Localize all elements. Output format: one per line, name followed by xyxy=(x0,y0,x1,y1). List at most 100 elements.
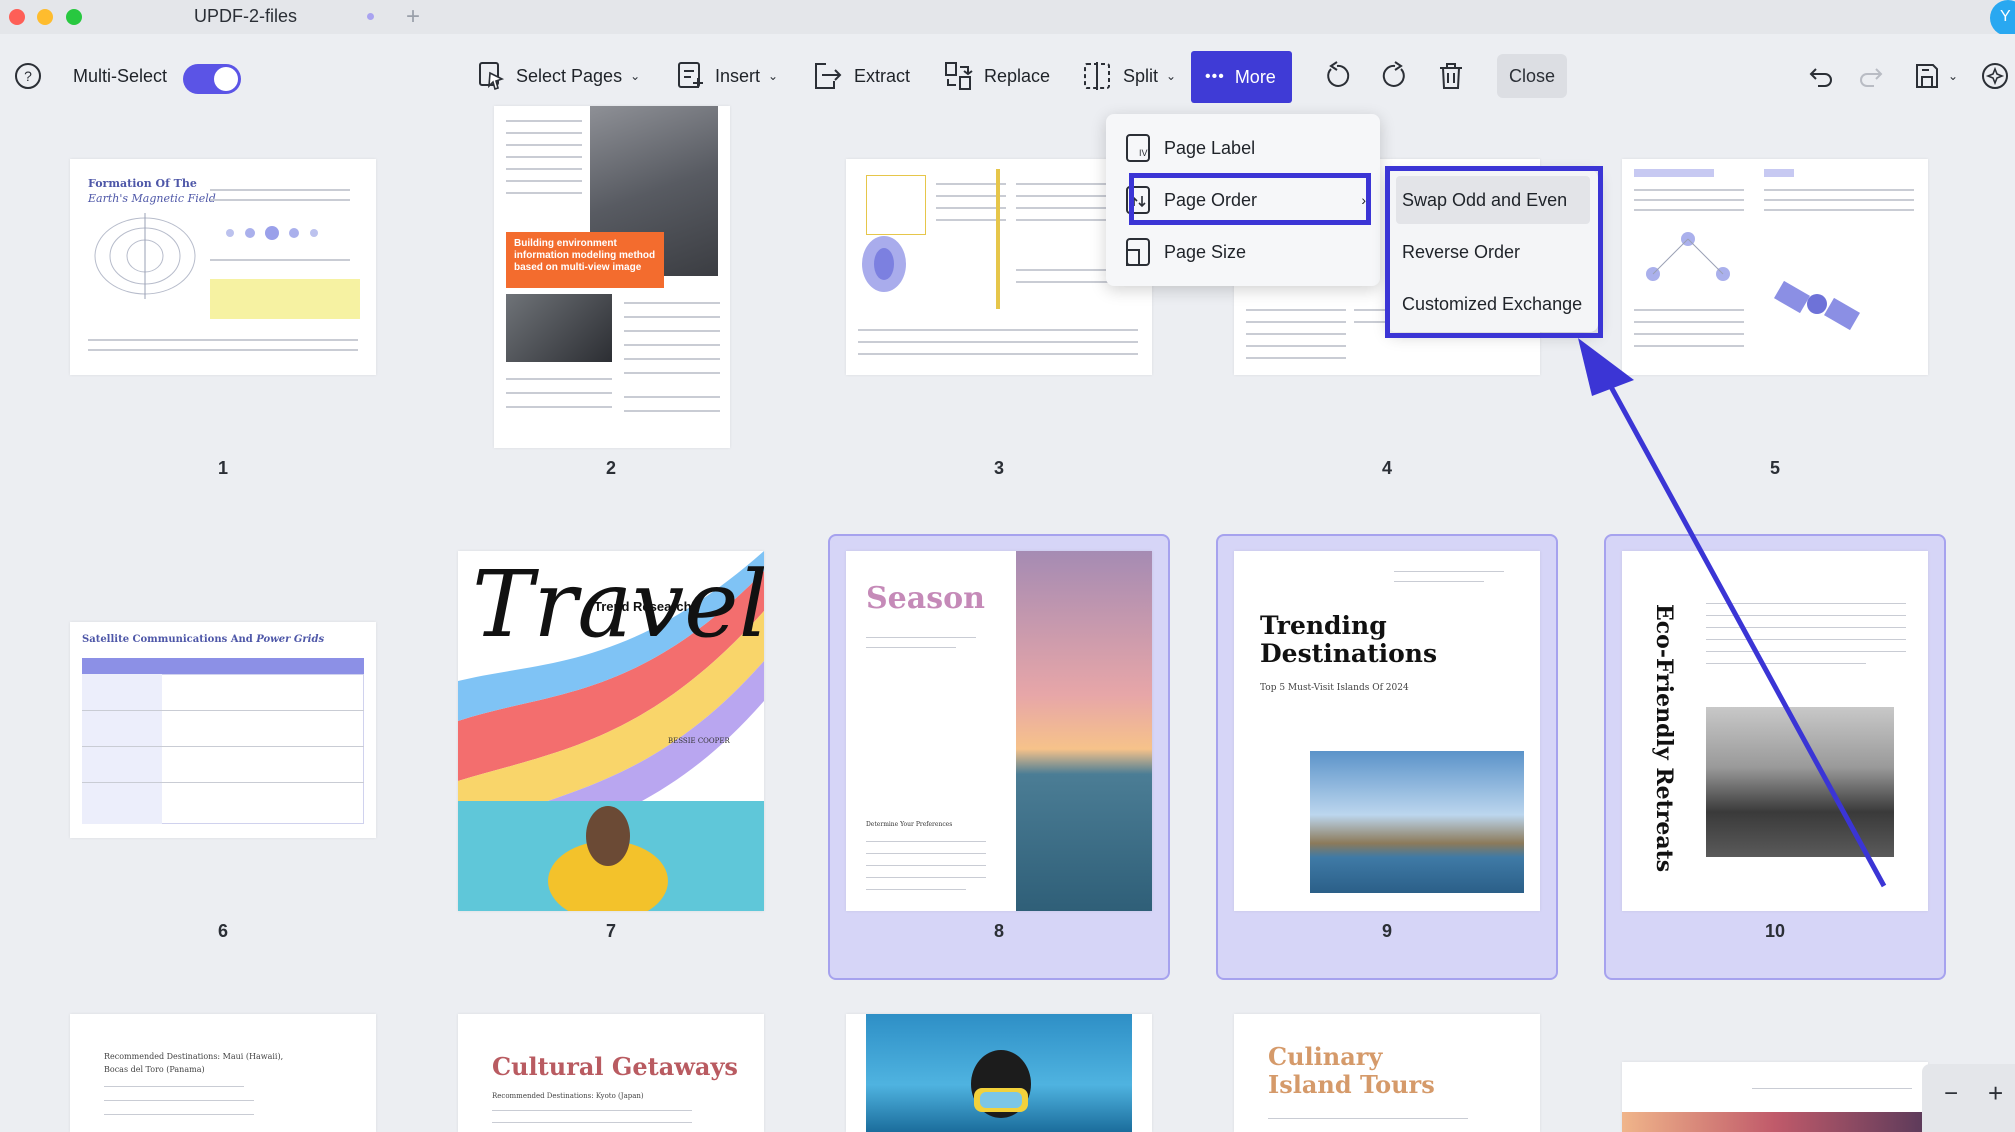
save-button[interactable]: ⌄ xyxy=(1914,54,1958,98)
page-number: 9 xyxy=(1381,921,1392,941)
menu-item-label: Page Size xyxy=(1164,241,1247,262)
page-thumbnail-8[interactable]: Season Determine Your Preferences xyxy=(846,551,1152,911)
page-thumbnail-2[interactable]: Building environment information modelin… xyxy=(494,106,730,448)
extract-label: Extract xyxy=(854,65,911,86)
extract-button[interactable]: Extract xyxy=(812,54,910,98)
toolbar: ? Multi-Select Select Pages ⌄ Insert ⌄ E… xyxy=(0,34,2015,124)
section-heading: Determine Your Preferences xyxy=(866,821,953,828)
zoom-out-button[interactable]: − xyxy=(1944,1080,1958,1108)
person-photo xyxy=(506,294,612,362)
tab-title[interactable]: UPDF-2-files xyxy=(194,6,297,27)
page-thumbnail-1[interactable]: Formation Of The Earth's Magnetic Field xyxy=(70,159,376,375)
title-emphasis: Power Grids xyxy=(256,634,325,645)
split-label: Split xyxy=(1123,65,1159,86)
photo-strip xyxy=(1622,1112,1928,1132)
insert-button[interactable]: Insert ⌄ xyxy=(677,54,778,98)
page-subtitle: Trend Research xyxy=(594,599,692,614)
page-size-icon xyxy=(1126,238,1150,266)
rotate-right-button[interactable] xyxy=(1381,54,1409,98)
split-button[interactable]: Split ⌄ xyxy=(1083,54,1176,98)
page-number: 6 xyxy=(217,921,228,941)
user-avatar[interactable]: Y xyxy=(1990,0,2015,36)
chevron-down-icon: ⌄ xyxy=(768,69,779,83)
redo-icon xyxy=(1860,68,1883,87)
rotate-left-button[interactable] xyxy=(1323,54,1351,98)
ai-assistant-button[interactable] xyxy=(1980,54,2010,98)
insert-icon xyxy=(678,62,703,88)
diagram xyxy=(862,236,906,292)
help-icon: ? xyxy=(15,63,41,89)
heading-bar xyxy=(1634,169,1714,177)
page-thumbnail-9[interactable]: Trending Destinations Top 5 Must-Visit I… xyxy=(1234,551,1540,911)
menu-item-page-label[interactable]: IV Page Label xyxy=(1126,126,1255,170)
page-title: Satellite Communications And Power Grids xyxy=(82,634,324,645)
island-photo xyxy=(1310,751,1524,893)
page-thumbnail-7[interactable]: Travel Trend Research BESSIE COOPER xyxy=(458,551,764,911)
table-first-column xyxy=(82,674,162,824)
page-number: 8 xyxy=(993,921,1004,941)
multi-select-toggle[interactable] xyxy=(183,64,241,94)
menu-item-page-size[interactable]: Page Size xyxy=(1126,230,1246,274)
page-number: 10 xyxy=(1764,921,1786,941)
page-title: Formation Of The xyxy=(88,177,197,190)
highlight-line xyxy=(996,169,1000,309)
chevron-down-icon: ⌄ xyxy=(1166,69,1177,83)
page-title: Culinary xyxy=(1268,1042,1383,1071)
page-order-highlight-box xyxy=(1129,173,1371,225)
page-title: Season xyxy=(866,581,985,616)
annotation-arrow xyxy=(1578,338,1887,888)
banner: Building environment information modelin… xyxy=(506,232,664,288)
minimize-window-button[interactable] xyxy=(37,9,53,25)
close-window-button[interactable] xyxy=(9,9,25,25)
zoom-in-button[interactable]: + xyxy=(1988,1078,2003,1109)
replace-button[interactable]: Replace xyxy=(944,54,1050,98)
chevron-down-icon[interactable]: ⌄ xyxy=(1948,69,1958,83)
menu-item-label: Page Label xyxy=(1164,137,1256,158)
dot-row xyxy=(220,225,340,241)
maximize-window-button[interactable] xyxy=(66,9,82,25)
new-tab-plus-icon[interactable]: + xyxy=(406,3,420,31)
undo-button[interactable] xyxy=(1808,54,1834,98)
redo-button[interactable] xyxy=(1858,54,1884,98)
zoom-controls: − + xyxy=(1922,1064,2015,1132)
close-button[interactable]: Close xyxy=(1497,54,1567,98)
toggle-knob xyxy=(214,67,238,91)
select-pages-button[interactable]: Select Pages ⌄ xyxy=(478,54,640,98)
page-thumbnail-6[interactable]: Satellite Communications And Power Grids xyxy=(70,622,376,838)
multi-select-text: Multi-Select xyxy=(73,65,168,86)
insert-label: Insert xyxy=(715,65,761,86)
delete-button[interactable] xyxy=(1437,54,1465,98)
more-dots-icon: ••• xyxy=(1205,68,1225,85)
help-button[interactable]: ? xyxy=(14,54,42,98)
page-number: 3 xyxy=(993,458,1004,478)
rotate-right-icon xyxy=(1382,61,1405,87)
select-pages-label: Select Pages xyxy=(516,65,623,86)
page-subtitle: Top 5 Must-Visit Islands Of 2024 xyxy=(1260,683,1409,693)
table-header xyxy=(82,658,364,674)
ai-assistant-icon xyxy=(1982,63,2008,89)
page-thumbnail-15[interactable] xyxy=(1622,1062,1928,1132)
page-title: Trending xyxy=(1260,611,1387,640)
page-title-line2: Destinations xyxy=(1260,639,1438,668)
page-author: BESSIE COOPER xyxy=(668,737,730,745)
page-title-line2: Island Tours xyxy=(1268,1070,1435,1099)
more-button[interactable]: ••• More xyxy=(1191,51,1292,103)
title-text: Satellite Communications And xyxy=(82,634,253,645)
page-text: Recommended Destinations: Kyoto (Japan) xyxy=(492,1092,644,1100)
page-thumbnail-12[interactable]: Cultural Getaways Recommended Destinatio… xyxy=(458,1014,764,1132)
replace-icon xyxy=(945,62,973,90)
page-thumbnail-11[interactable]: Recommended Destinations: Maui (Hawaii),… xyxy=(70,1014,376,1132)
page-thumbnail-13[interactable] xyxy=(846,1014,1152,1132)
select-pages-icon xyxy=(479,62,505,91)
sunset-photo xyxy=(1016,551,1152,911)
network-diagram xyxy=(1646,232,1730,281)
trash-icon xyxy=(1440,63,1462,89)
diver-graphic xyxy=(971,1050,1031,1118)
svg-text:IV: IV xyxy=(1139,148,1148,158)
page-thumbnail-14[interactable]: Culinary Island Tours xyxy=(1234,1014,1540,1132)
page-number: 1 xyxy=(217,458,228,478)
multi-select-label: Multi-Select xyxy=(73,54,167,98)
page-label-icon: IV xyxy=(1126,134,1150,162)
more-label: More xyxy=(1234,66,1276,87)
svg-text:?: ? xyxy=(24,68,32,84)
